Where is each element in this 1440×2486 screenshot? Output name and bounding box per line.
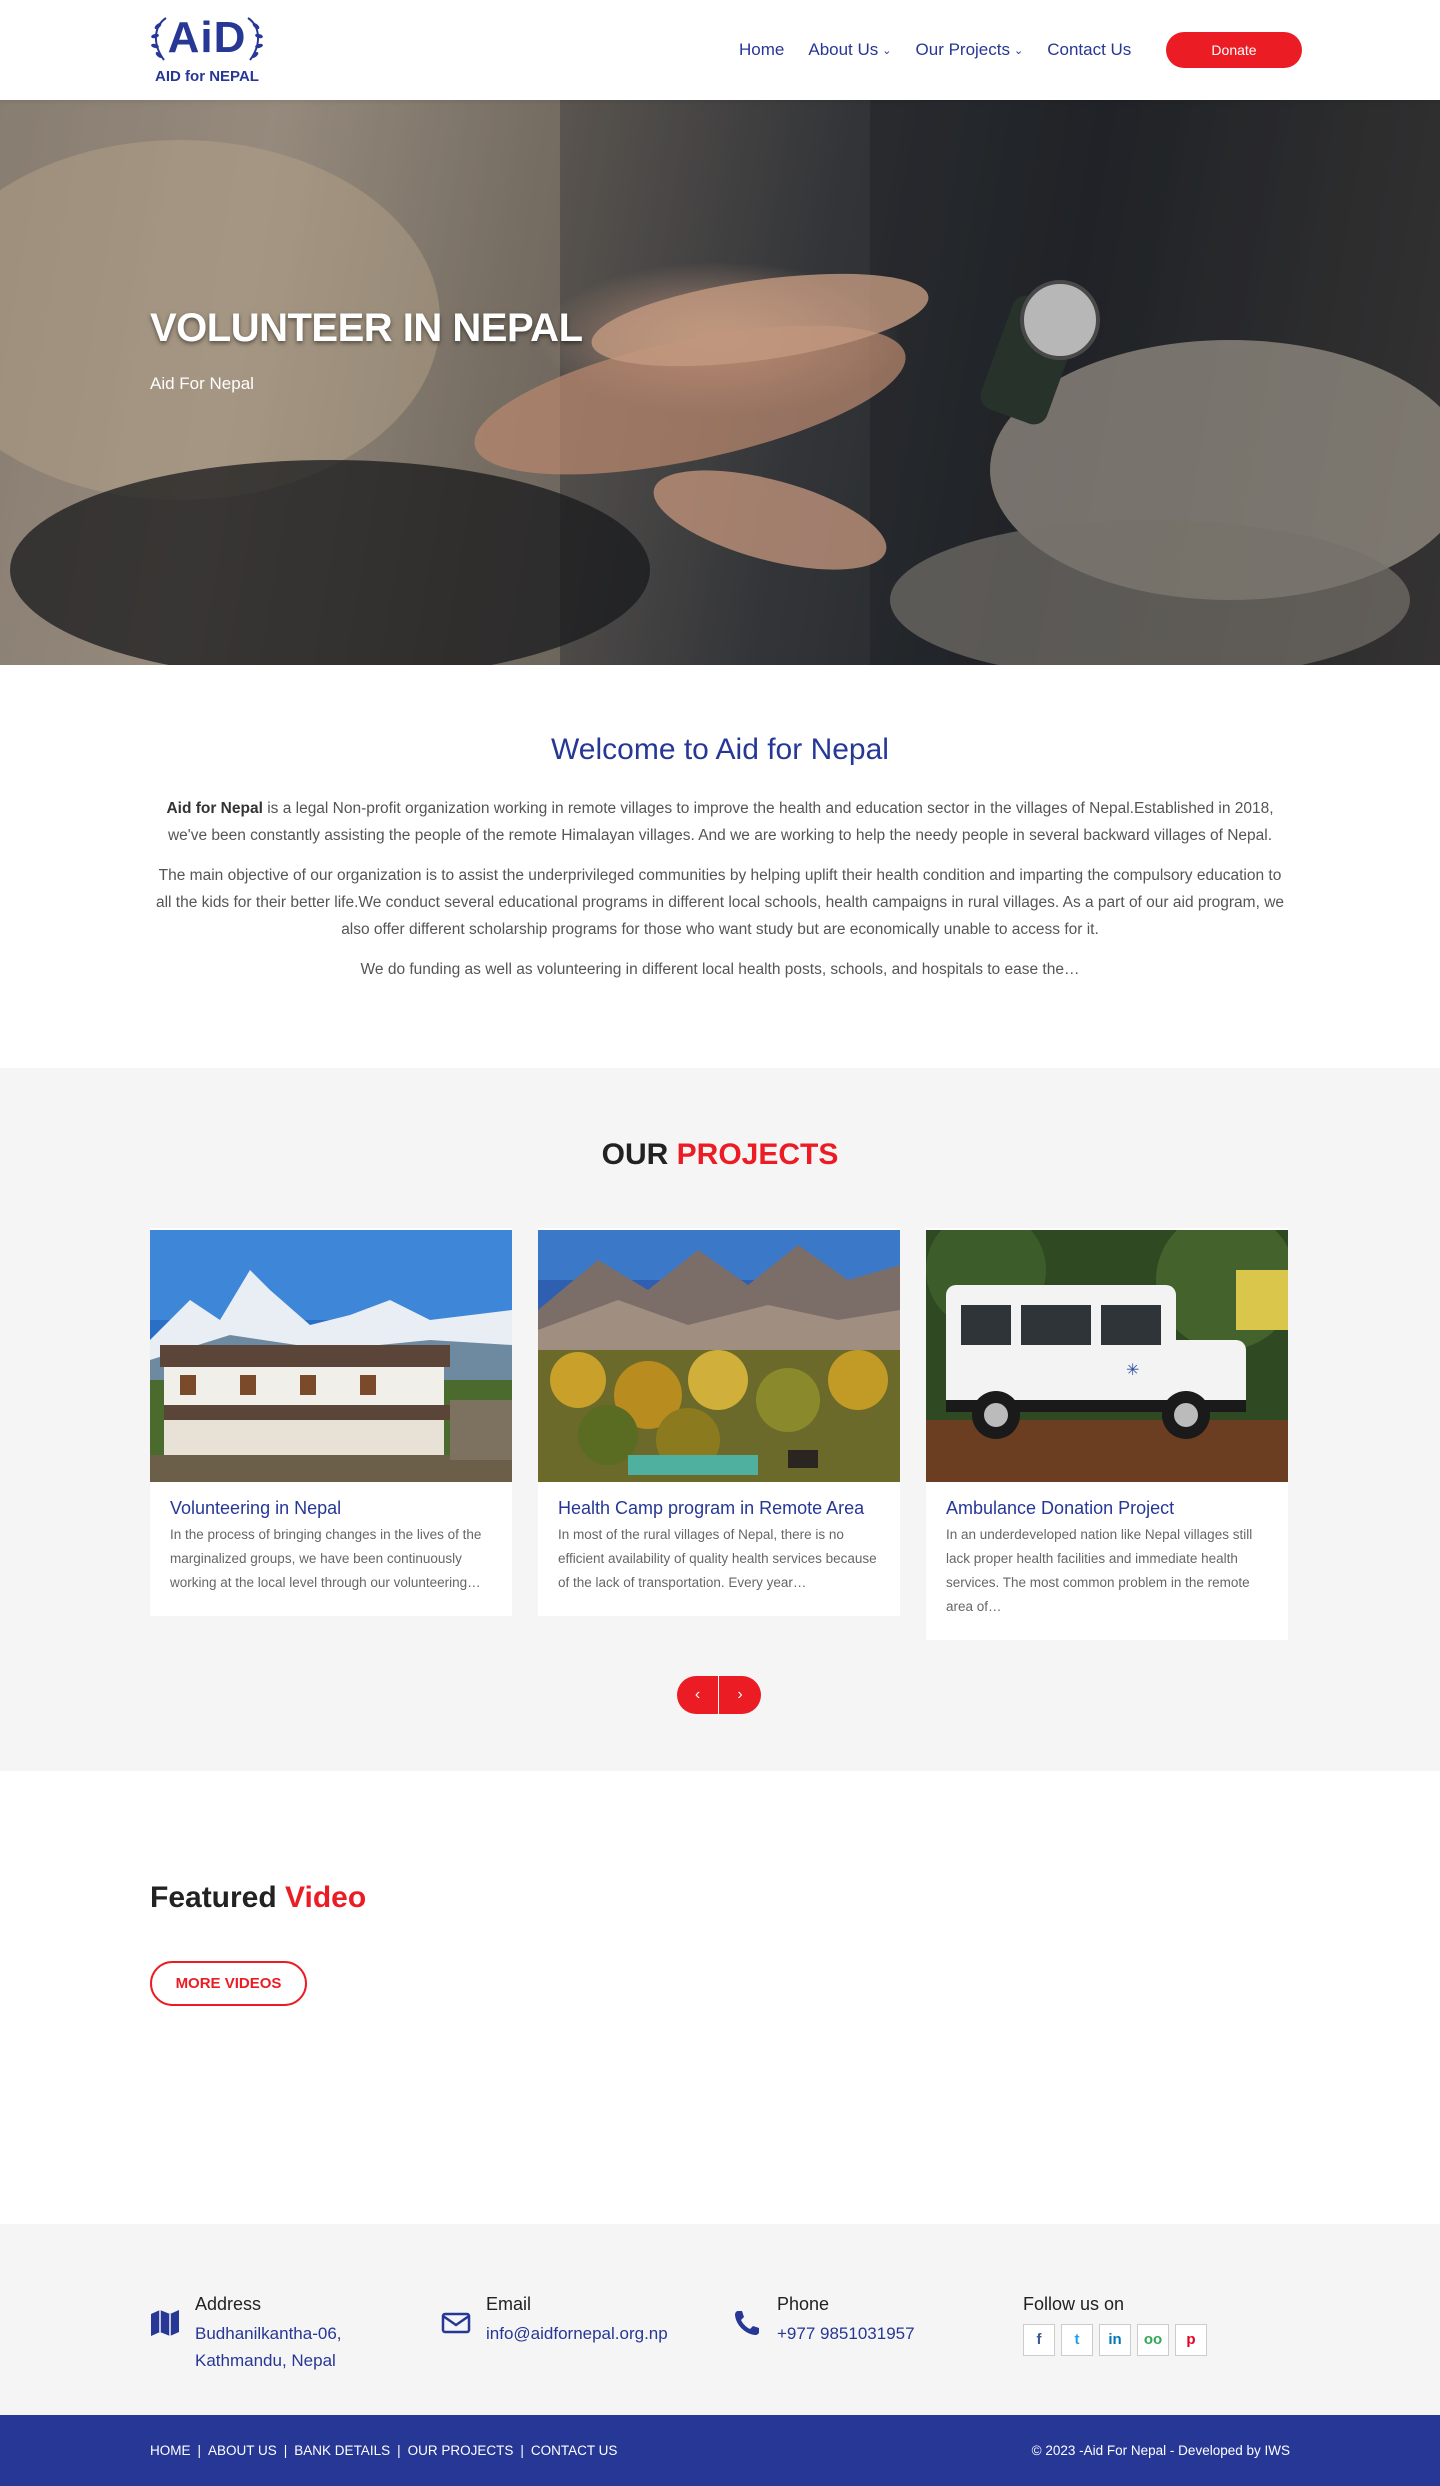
logo-wordmark: AiD [167, 13, 247, 62]
carousel-prev-button[interactable]: ‹ [677, 1676, 719, 1714]
follow-us: Follow us on f t in oo p [1023, 2294, 1207, 2356]
projects-section: OUR PROJECTS Volunteering in Nepal In th… [0, 1068, 1440, 1771]
donate-button[interactable]: Donate [1166, 32, 1302, 68]
site-header: AiD AID for NEPAL Home About Us ⌄ Our Pro… [0, 0, 1440, 100]
twitter-icon[interactable]: t [1061, 2324, 1093, 2356]
footer-bar: HOME | ABOUT US | BANK DETAILS | OUR PROJEC… [0, 2415, 1440, 2486]
more-videos-button[interactable]: MORE VIDEOS [150, 1961, 307, 2006]
projects-heading-a: OUR [601, 1138, 677, 1171]
project-card[interactable]: ✳ Ambulance Donation Project In an under… [926, 1228, 1288, 1640]
email-link[interactable]: info@aidfornepal.org.np [486, 2320, 668, 2347]
org-name: Aid for Nepal [166, 800, 263, 817]
nav-our-projects[interactable]: Our Projects ⌄ [916, 40, 1024, 60]
footer-link-home[interactable]: HOME [150, 2443, 191, 2458]
project-card[interactable]: Health Camp program in Remote Area In mo… [538, 1228, 900, 1616]
welcome-paragraph-2: The main objective of our organization i… [155, 867, 1285, 938]
nav-about-label: About Us [808, 40, 879, 59]
contact-info-section: Address Budhanilkantha-06, Kathmandu, Nep… [0, 2224, 1440, 2415]
email-label: Email [486, 2294, 532, 2314]
follow-label: Follow us on [1023, 2294, 1125, 2314]
welcome-paragraph-3: We do funding as well as volunteering in… [360, 961, 1080, 978]
chevron-down-icon: ⌄ [882, 44, 892, 57]
project-image-health-camp[interactable] [538, 1230, 900, 1482]
svg-text:✳: ✳ [1126, 1362, 1139, 1379]
footer-separator: | [397, 2443, 401, 2458]
linkedin-icon[interactable]: in [1099, 2324, 1131, 2356]
phone-icon [735, 2311, 759, 2335]
logo-subtitle: AID for NEPAL [155, 68, 259, 85]
phone-label: Phone [777, 2294, 830, 2314]
address-value: Budhanilkantha-06, Kathmandu, Nepal [195, 2320, 342, 2374]
welcome-paragraph-1: Aid for Nepal is a legal Non-profit orga… [150, 795, 1290, 849]
projects-heading: OUR PROJECTS [0, 1138, 1440, 1172]
projects-heading-b: PROJECTS [676, 1138, 839, 1171]
footer-link-contact[interactable]: CONTACT US [531, 2443, 618, 2458]
footer-link-about[interactable]: ABOUT US [208, 2443, 277, 2458]
welcome-title: Welcome to Aid for Nepal [551, 733, 889, 766]
nav-contact-label: Contact Us [1047, 40, 1132, 59]
footer-link-bank-details[interactable]: BANK DETAILS [294, 2443, 390, 2458]
carousel-controls: ‹ › [677, 1676, 761, 1714]
address-line-2: Kathmandu, Nepal [195, 2351, 336, 2370]
nav-home[interactable]: Home [739, 40, 784, 60]
project-title[interactable]: Volunteering in Nepal [170, 1498, 341, 1519]
project-description: In most of the rural villages of Nepal, … [558, 1527, 877, 1590]
footer-links: HOME | ABOUT US | BANK DETAILS | OUR PROJEC… [150, 2443, 617, 2458]
welcome-p1-text: is a legal Non-profit organization worki… [167, 800, 1274, 844]
hero-title: VOLUNTEER IN NEPAL [150, 306, 583, 350]
featured-heading: Featured Video [150, 1881, 366, 1915]
facebook-icon[interactable]: f [1023, 2324, 1055, 2356]
copyright-text: © 2023 -Aid For Nepal - Developed by IWS [1031, 2443, 1290, 2458]
tripadvisor-icon[interactable]: oo [1137, 2324, 1169, 2356]
project-image-volunteering[interactable] [150, 1230, 512, 1482]
featured-heading-b: Video [285, 1881, 367, 1914]
featured-heading-a: Featured [150, 1881, 286, 1914]
project-title[interactable]: Ambulance Donation Project [946, 1498, 1174, 1519]
nav-about-us[interactable]: About Us ⌄ [808, 40, 891, 60]
social-links: f t in oo p [1023, 2324, 1213, 2356]
address-line-1: Budhanilkantha-06, [195, 2324, 342, 2343]
hero-subtitle: Aid For Nepal [150, 374, 254, 393]
welcome-section: Welcome to Aid for Nepal Aid for Nepal i… [0, 665, 1440, 1068]
main-nav: Home About Us ⌄ Our Projects ⌄ Contact Us [739, 36, 1155, 64]
footer-separator: | [283, 2443, 288, 2458]
footer-link-projects[interactable]: OUR PROJECTS [408, 2443, 514, 2458]
project-description: In the process of bringing changes in th… [170, 1527, 482, 1590]
carousel-next-button[interactable]: › [719, 1676, 761, 1714]
address-label: Address [195, 2294, 262, 2314]
project-title[interactable]: Health Camp program in Remote Area [558, 1498, 864, 1519]
pinterest-icon[interactable]: p [1175, 2324, 1207, 2356]
phone-link[interactable]: +977 9851031957 [777, 2320, 915, 2347]
site-logo[interactable]: AiD AID for NEPAL [148, 12, 266, 90]
envelope-icon [441, 2312, 471, 2334]
nav-contact-us[interactable]: Contact Us [1047, 40, 1131, 60]
nav-projects-label: Our Projects [915, 40, 1010, 59]
footer-separator: | [197, 2443, 202, 2458]
footer-separator: | [520, 2443, 524, 2458]
chevron-down-icon: ⌄ [1014, 44, 1024, 57]
featured-video-section: Featured Video MORE VIDEOS [0, 1771, 1440, 2224]
project-image-ambulance[interactable]: ✳ [926, 1230, 1288, 1482]
hero-banner: VOLUNTEER IN NEPAL Aid For Nepal [0, 100, 1440, 665]
nav-home-label: Home [739, 40, 785, 59]
map-icon [151, 2310, 179, 2336]
project-description: In an underdeveloped nation like Nepal v… [946, 1527, 1253, 1614]
project-card[interactable]: Volunteering in Nepal In the process of … [150, 1228, 512, 1616]
